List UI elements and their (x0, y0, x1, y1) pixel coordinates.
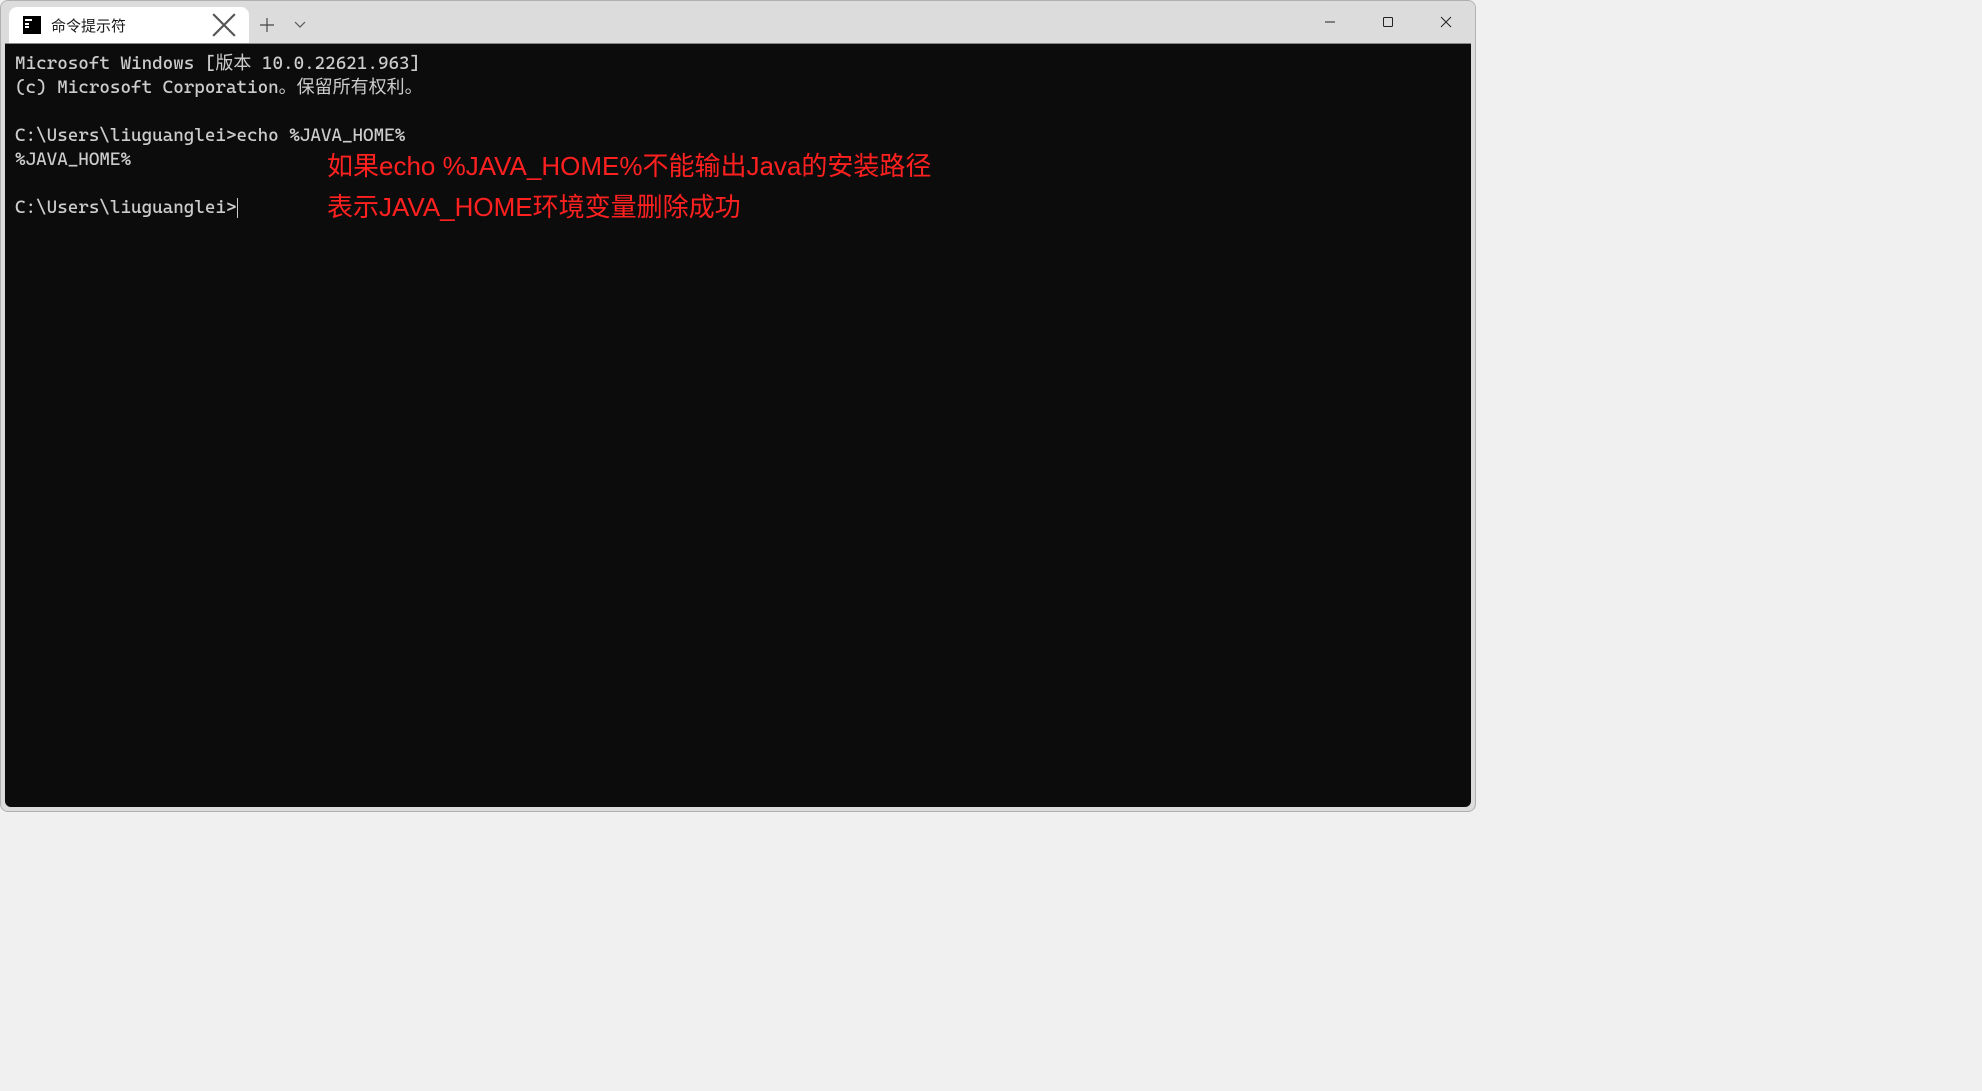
new-tab-button[interactable] (249, 7, 285, 43)
cursor (237, 198, 238, 218)
terminal-icon (23, 16, 41, 34)
terminal-line: (c) Microsoft Corporation。保留所有权利。 (15, 76, 1461, 100)
terminal-prompt-line: C:\Users\liuguanglei>echo %JAVA_HOME% (15, 124, 1461, 148)
annotation-text: 如果echo %JAVA_HOME%不能输出Java的安装路径 (327, 148, 931, 186)
annotation-text: 表示JAVA_HOME环境变量删除成功 (327, 189, 741, 227)
titlebar[interactable]: 命令提示符 (1, 1, 1475, 43)
window-controls (1301, 1, 1475, 43)
tab-close-button[interactable] (211, 12, 237, 38)
minimize-icon (1324, 16, 1336, 28)
tab-dropdown-button[interactable] (285, 7, 315, 43)
app-window: 命令提示符 (0, 0, 1476, 812)
terminal-blank-line (15, 100, 1461, 124)
minimize-button[interactable] (1301, 1, 1359, 43)
terminal-line: Microsoft Windows [版本 10.0.22621.963] (15, 52, 1461, 76)
maximize-icon (1382, 16, 1394, 28)
terminal-content[interactable]: Microsoft Windows [版本 10.0.22621.963] (c… (5, 43, 1471, 807)
chevron-down-icon (294, 21, 306, 29)
plus-icon (260, 18, 274, 32)
window-close-button[interactable] (1417, 1, 1475, 43)
tab-title: 命令提示符 (51, 15, 203, 36)
prompt-text: C:\Users\liuguanglei> (15, 197, 236, 218)
tab-active[interactable]: 命令提示符 (9, 7, 249, 43)
maximize-button[interactable] (1359, 1, 1417, 43)
close-icon (211, 12, 237, 38)
close-icon (1440, 16, 1452, 28)
